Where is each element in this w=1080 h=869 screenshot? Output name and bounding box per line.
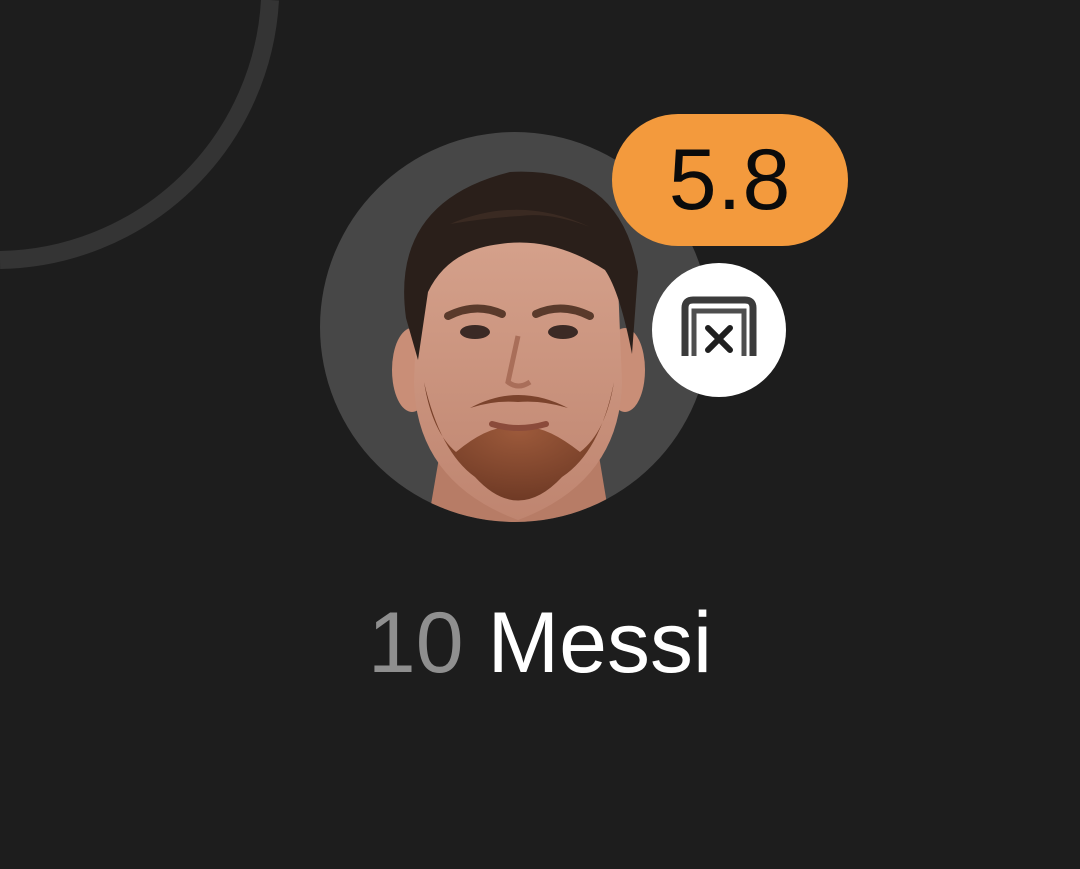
player-name: Messi [487,595,713,691]
player-number: 10 [367,595,464,691]
player-card[interactable]: 5.8 10 Messi [0,0,1080,869]
player-label[interactable]: 10 Messi [0,600,1080,686]
player-rating-value: 5.8 [668,132,792,228]
goal-event-badge [652,263,786,397]
goal-miss-icon [681,296,757,356]
player-rating-badge: 5.8 [612,114,848,246]
